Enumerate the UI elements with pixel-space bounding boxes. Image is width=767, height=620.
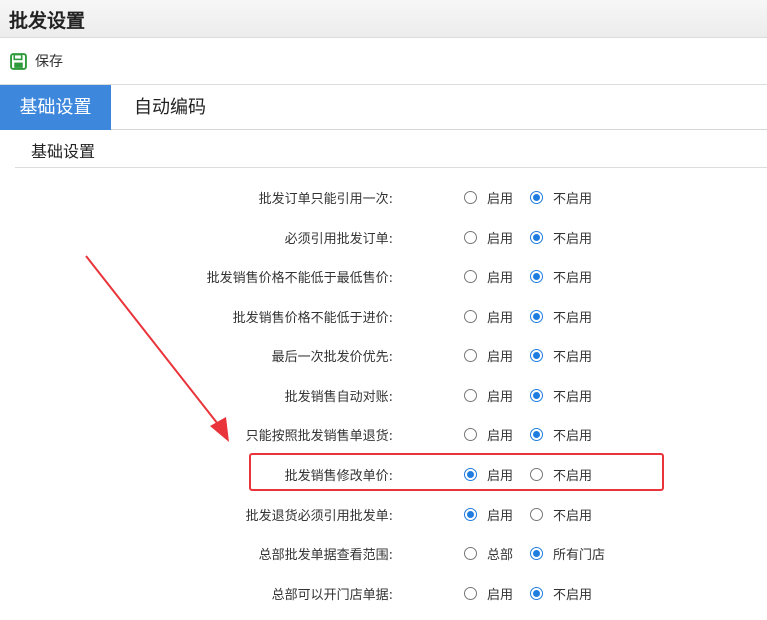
radio-unchecked-icon[interactable] [464, 270, 477, 283]
tab-auto-coding[interactable]: 自动编码 [111, 85, 229, 130]
radio-option-label: 不启用 [553, 390, 593, 405]
setting-label: 总部批发单据查看范围: [258, 548, 393, 563]
radio-option[interactable]: 不启用 [530, 188, 592, 207]
floppy-disk-icon [10, 52, 27, 70]
setting-auto-reconcile: 批发销售自动对账: 启用 不启用 [0, 379, 767, 409]
radio-option[interactable]: 启用 [464, 425, 513, 444]
radio-option[interactable]: 不启用 [530, 505, 592, 524]
radio-checked-icon[interactable] [530, 428, 543, 441]
radio-unchecked-icon[interactable] [464, 389, 477, 402]
radio-option[interactable]: 启用 [464, 386, 513, 405]
radio-option-label: 不启用 [553, 509, 593, 524]
radio-option[interactable]: 启用 [464, 346, 513, 365]
radio-option-label: 不启用 [553, 311, 593, 326]
setting-label: 必须引用批发订单: [284, 232, 393, 247]
annotation-highlight-box [249, 453, 664, 491]
radio-unchecked-icon[interactable] [464, 349, 477, 362]
radio-unchecked-icon[interactable] [464, 587, 477, 600]
radio-unchecked-icon[interactable] [464, 191, 477, 204]
radio-checked-icon[interactable] [530, 270, 543, 283]
radio-option-label: 启用 [487, 390, 514, 405]
radio-option[interactable]: 不启用 [530, 584, 592, 603]
radio-checked-icon[interactable] [530, 310, 543, 323]
radio-option-label: 总部 [487, 548, 514, 563]
setting-label: 总部可以开门店单据: [271, 588, 393, 603]
radio-option[interactable]: 启用 [464, 267, 513, 286]
tab-basic-settings[interactable]: 基础设置 [0, 85, 111, 130]
setting-label: 只能按照批发销售单退货: [245, 429, 393, 444]
setting-price-not-below-min: 批发销售价格不能低于最低售价: 启用 不启用 [0, 260, 767, 290]
radio-option[interactable]: 所有门店 [530, 544, 605, 563]
title-bar: 批发设置 [0, 0, 767, 38]
radio-checked-icon[interactable] [530, 587, 543, 600]
radio-checked-icon[interactable] [530, 547, 543, 560]
radio-option[interactable]: 不启用 [530, 267, 592, 286]
radio-option-label: 启用 [487, 232, 514, 247]
setting-must-ref-order: 必须引用批发订单: 启用 不启用 [0, 221, 767, 251]
radio-checked-icon[interactable] [464, 508, 477, 521]
radio-checked-icon[interactable] [530, 231, 543, 244]
radio-option[interactable]: 启用 [464, 584, 513, 603]
setting-label: 批发销售价格不能低于最低售价: [206, 271, 393, 286]
radio-option-label: 不启用 [553, 429, 593, 444]
setting-price-not-below-cost: 批发销售价格不能低于进价: 启用 不启用 [0, 300, 767, 330]
radio-unchecked-icon[interactable] [464, 231, 477, 244]
radio-option-label: 启用 [487, 588, 514, 603]
radio-unchecked-icon[interactable] [530, 508, 543, 521]
radio-option[interactable]: 不启用 [530, 228, 592, 247]
radio-option-label: 启用 [487, 271, 514, 286]
page-title: 批发设置 [9, 10, 86, 32]
setting-label: 批发销售价格不能低于进价: [232, 311, 393, 326]
setting-label: 最后一次批发价优先: [271, 350, 393, 365]
radio-option[interactable]: 启用 [464, 505, 513, 524]
setting-return-by-sales-only: 只能按照批发销售单退货: 启用 不启用 [0, 418, 767, 448]
radio-option[interactable]: 启用 [464, 188, 513, 207]
radio-option-label: 启用 [487, 311, 514, 326]
radio-option[interactable]: 启用 [464, 307, 513, 326]
radio-option[interactable]: 不启用 [530, 307, 592, 326]
radio-option-label: 启用 [487, 350, 514, 365]
radio-option-label: 启用 [487, 429, 514, 444]
radio-option-label: 不启用 [553, 232, 593, 247]
toolbar: 保存 [0, 39, 767, 85]
setting-last-price-priority: 最后一次批发价优先: 启用 不启用 [0, 339, 767, 369]
radio-option[interactable]: 总部 [464, 544, 513, 563]
section-title: 基础设置 [31, 142, 96, 161]
radio-option-label: 启用 [487, 509, 514, 524]
setting-hq-open-store-docs: 总部可以开门店单据: 启用 不启用 [0, 577, 767, 607]
radio-option-label: 启用 [487, 192, 514, 207]
radio-option-label: 不启用 [553, 588, 593, 603]
radio-checked-icon[interactable] [530, 389, 543, 402]
save-button[interactable]: 保存 [10, 50, 63, 72]
tab-bar: 基础设置 自动编码 [0, 85, 767, 130]
radio-option-label: 所有门店 [553, 548, 606, 563]
radio-option[interactable]: 不启用 [530, 386, 592, 405]
setting-order-ref-once: 批发订单只能引用一次: 启用 不启用 [0, 181, 767, 211]
radio-option-label: 不启用 [553, 192, 593, 207]
setting-label: 批发退货必须引用批发单: [245, 509, 393, 524]
setting-label: 批发销售自动对账: [284, 390, 393, 405]
radio-option[interactable]: 不启用 [530, 346, 592, 365]
radio-option-label: 不启用 [553, 271, 593, 286]
setting-hq-view-scope: 总部批发单据查看范围: 总部 所有门店 [0, 537, 767, 567]
radio-checked-icon[interactable] [530, 349, 543, 362]
radio-unchecked-icon[interactable] [464, 428, 477, 441]
radio-unchecked-icon[interactable] [464, 547, 477, 560]
radio-unchecked-icon[interactable] [464, 310, 477, 323]
section-header: 基础设置 [15, 131, 767, 168]
setting-return-must-ref: 批发退货必须引用批发单: 启用 不启用 [0, 498, 767, 528]
radio-checked-icon[interactable] [530, 191, 543, 204]
radio-option[interactable]: 不启用 [530, 425, 592, 444]
setting-label: 批发订单只能引用一次: [258, 192, 393, 207]
save-button-label: 保存 [35, 54, 63, 70]
radio-option[interactable]: 启用 [464, 228, 513, 247]
radio-option-label: 不启用 [553, 350, 593, 365]
